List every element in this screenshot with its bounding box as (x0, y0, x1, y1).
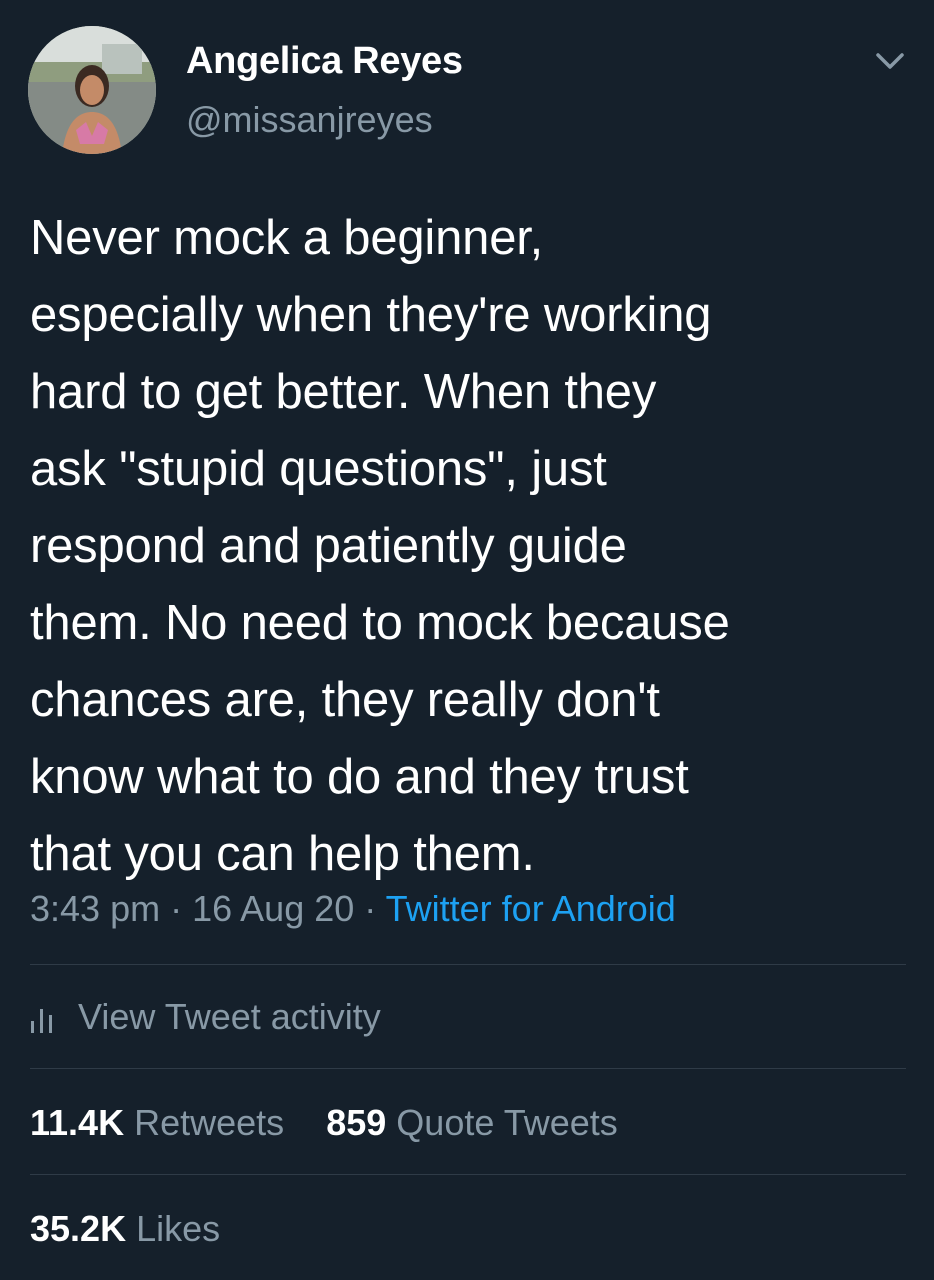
view-tweet-activity-label: View Tweet activity (78, 996, 381, 1037)
likes-label: Likes (136, 1208, 221, 1249)
quote-tweets-label: Quote Tweets (396, 1102, 618, 1143)
avatar[interactable] (28, 26, 156, 154)
quote-tweets-link[interactable]: 859 Quote Tweets (326, 1102, 618, 1143)
bar-chart-icon (31, 1009, 52, 1033)
tweet-text: Never mock a beginner, especially when t… (30, 211, 730, 881)
retweets-link[interactable]: 11.4K Retweets (30, 1102, 294, 1143)
tweet-time[interactable]: 3:43 pm (30, 888, 160, 929)
likes-count: 35.2K (30, 1208, 127, 1249)
meta-separator: · (170, 888, 183, 929)
author-handle[interactable]: @missanjreyes (186, 99, 433, 141)
retweets-count: 11.4K (30, 1102, 125, 1143)
tweet-meta: 3:43 pm · 16 Aug 20 · Twitter for Androi… (30, 888, 676, 930)
retweets-label: Retweets (134, 1102, 285, 1143)
chevron-down-icon[interactable] (873, 46, 907, 76)
quote-tweets-count: 859 (326, 1102, 387, 1143)
view-tweet-activity-button[interactable]: View Tweet activity (30, 996, 381, 1038)
tweet-date[interactable]: 16 Aug 20 (192, 888, 354, 929)
author-display-name[interactable]: Angelica Reyes (186, 40, 463, 83)
divider (30, 964, 906, 965)
divider (30, 1068, 906, 1069)
meta-separator: · (364, 888, 377, 929)
likes-link[interactable]: 35.2K Likes (30, 1208, 220, 1250)
engagement-stats: 11.4K Retweets 859 Quote Tweets (30, 1102, 618, 1144)
tweet-source-link[interactable]: Twitter for Android (386, 888, 676, 929)
divider (30, 1174, 906, 1175)
